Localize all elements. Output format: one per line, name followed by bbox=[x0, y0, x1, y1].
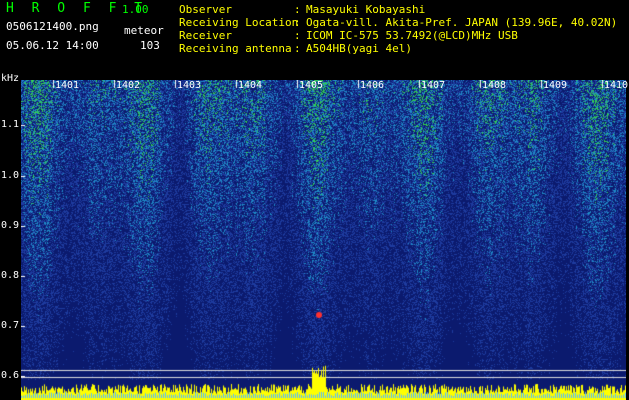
file-name: 0506121400.png bbox=[6, 20, 99, 33]
app-version: 1.00 bbox=[122, 3, 149, 16]
antenna-colon: : bbox=[294, 42, 301, 55]
location-colon: : bbox=[294, 16, 301, 29]
x-tick-label: 1409 bbox=[543, 80, 568, 91]
event-label: meteor bbox=[124, 24, 164, 37]
x-tick-label: 1401 bbox=[55, 80, 80, 91]
receiver-label: Receiver bbox=[179, 29, 232, 42]
x-tick-label: 1407 bbox=[421, 80, 446, 91]
x-tick-label: 1403 bbox=[177, 80, 202, 91]
y-axis-unit: kHz bbox=[1, 73, 20, 84]
antenna-value: A504HB(yagi 4el) bbox=[306, 42, 412, 55]
x-tick-label: 1408 bbox=[482, 80, 507, 91]
receiver-value: ICOM IC-575 53.7492(@LCD)MHz USB bbox=[306, 29, 518, 42]
event-count: 103 bbox=[140, 39, 160, 52]
observer-value: Masayuki Kobayashi bbox=[306, 3, 426, 16]
x-tick-label: 1404 bbox=[238, 80, 263, 91]
observer-label: Observer bbox=[179, 3, 232, 16]
y-tick-label: 0.7 bbox=[1, 320, 20, 331]
y-tick-label: 0.6 bbox=[1, 370, 20, 381]
y-tick-label: 0.8 bbox=[1, 270, 20, 281]
x-tick-label: 1405 bbox=[299, 80, 324, 91]
spectrogram-panel[interactable] bbox=[21, 80, 626, 400]
x-tick-label: 1406 bbox=[360, 80, 385, 91]
spectrogram-canvas[interactable] bbox=[21, 80, 626, 400]
receiver-colon: : bbox=[294, 29, 301, 42]
y-tick-label: 0.9 bbox=[1, 220, 20, 231]
location-value: Ogata-vill. Akita-Pref. JAPAN (139.96E, … bbox=[306, 16, 618, 29]
antenna-label: Receiving antenna bbox=[179, 42, 292, 55]
y-tick-label: 1.1 bbox=[1, 119, 20, 130]
x-tick-label: 1410 bbox=[604, 80, 629, 91]
y-tick-label: 1.0 bbox=[1, 170, 20, 181]
location-label: Receiving Location bbox=[179, 16, 299, 29]
datetime: 05.06.12 14:00 bbox=[6, 39, 99, 52]
observer-colon: : bbox=[294, 3, 301, 16]
x-tick-label: 1402 bbox=[116, 80, 141, 91]
